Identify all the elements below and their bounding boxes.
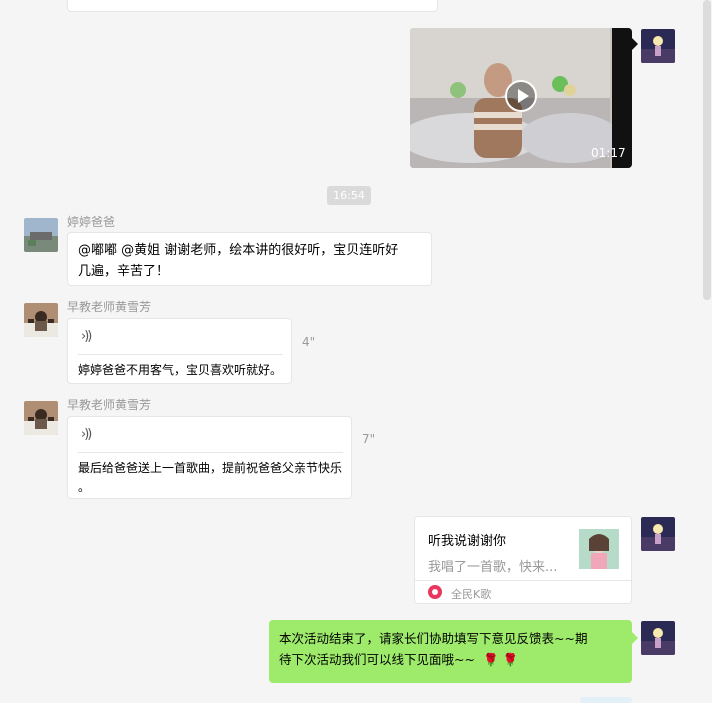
kg-logo-icon	[428, 585, 442, 599]
self-avatar[interactable]	[641, 29, 675, 63]
music-share-card[interactable]: 听我说谢谢你 我唱了一首歌，快来... 全民K歌	[414, 516, 632, 604]
message-bubble-self[interactable]: 本次活动结束了，请家长们协助填写下意见反馈表~~期 待下次活动我们可以线下见面哦…	[269, 620, 632, 683]
card-divider	[415, 580, 631, 581]
voice-divider	[78, 452, 343, 453]
message-text: 待下次活动我们可以线下见面哦~~	[279, 652, 475, 667]
voice-icon[interactable]: ›))	[81, 427, 92, 442]
voice-duration: 4"	[302, 335, 316, 349]
voice-icon[interactable]: ›))	[81, 329, 92, 344]
card-title: 听我说谢谢你	[428, 534, 507, 549]
message-text: @嘟嘟 @黄姐 谢谢老师，绘本讲的很好听，宝贝连听好	[78, 243, 399, 258]
voice-transcript: 。	[78, 480, 91, 494]
card-thumbnail	[579, 529, 619, 569]
play-icon[interactable]	[505, 80, 537, 112]
timestamp-divider: 16:54	[327, 186, 371, 205]
message-text-line2: 待下次活动我们可以线下见面哦~~ 🌹 🌹	[279, 649, 622, 670]
video-bubble-arrow	[632, 38, 638, 50]
sender-avatar[interactable]	[24, 218, 58, 252]
voice-duration: 7"	[362, 432, 376, 446]
voice-transcript: 最后给爸爸送上一首歌曲，提前祝爸爸父亲节快乐	[78, 461, 343, 475]
green-bubble-arrow	[632, 632, 638, 644]
partial-message-bubble	[67, 0, 438, 12]
card-source: 全民K歌	[451, 588, 492, 601]
scrollbar-thumb[interactable]	[703, 0, 711, 300]
voice-message-bubble[interactable]: ›)) 婷婷爸爸不用客气，宝贝喜欢听就好。	[67, 318, 292, 384]
partial-message-bubble	[580, 697, 632, 703]
voice-divider	[78, 354, 283, 355]
message-text: 几遍，辛苦了！	[78, 264, 170, 279]
sender-name: 早教老师黄雪芳	[67, 300, 152, 314]
message-bubble[interactable]: @嘟嘟 @黄姐 谢谢老师，绘本讲的很好听，宝贝连听好 几遍，辛苦了！	[67, 232, 432, 286]
voice-transcript: 婷婷爸爸不用客气，宝贝喜欢听就好。	[78, 363, 283, 377]
sender-name: 婷婷爸爸	[67, 215, 116, 229]
rose-emoji-icon: 🌹 🌹	[482, 652, 519, 667]
video-message[interactable]: 01:17	[410, 28, 632, 168]
sender-name: 早教老师黄雪芳	[67, 398, 152, 412]
voice-message-bubble[interactable]: ›)) 最后给爸爸送上一首歌曲，提前祝爸爸父亲节快乐 。	[67, 416, 352, 499]
sender-avatar[interactable]	[24, 303, 58, 337]
message-text: 本次活动结束了，请家长们协助填写下意见反馈表~~期	[279, 631, 588, 646]
video-duration: 01:17	[591, 146, 626, 160]
sender-avatar[interactable]	[24, 401, 58, 435]
self-avatar[interactable]	[641, 517, 675, 551]
self-avatar[interactable]	[641, 621, 675, 655]
card-description: 我唱了一首歌，快来...	[428, 560, 558, 575]
